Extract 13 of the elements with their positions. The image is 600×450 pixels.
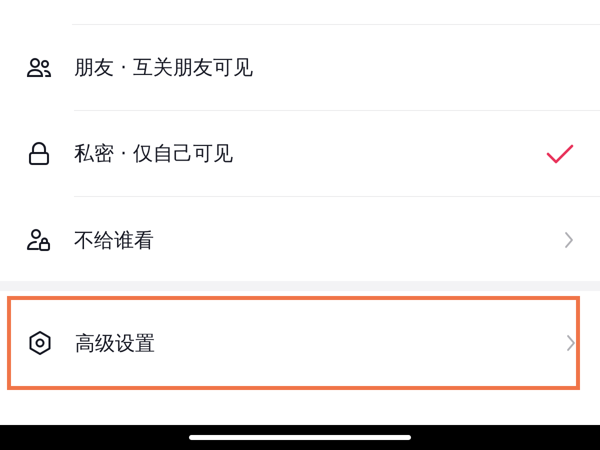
option-label: 不给谁看 — [74, 226, 155, 254]
option-row[interactable]: 朋友 · 互关朋友可见 — [0, 25, 600, 111]
option-label: 朋友 · 互关朋友可见 — [74, 54, 254, 81]
option-row[interactable]: 高级设置 — [11, 300, 576, 386]
lock-icon — [26, 141, 52, 167]
option-label: 高级设置 — [75, 330, 156, 356]
person-lock-icon — [26, 227, 52, 253]
option-row[interactable]: 不给谁看 — [0, 197, 600, 283]
option-label: 私密 · 仅自己可见 — [74, 140, 234, 167]
chevron-icon — [566, 334, 576, 352]
chevron-icon — [564, 231, 574, 249]
settings-icon — [27, 330, 53, 356]
option-row[interactable]: 私密 · 仅自己可见 — [0, 111, 600, 197]
